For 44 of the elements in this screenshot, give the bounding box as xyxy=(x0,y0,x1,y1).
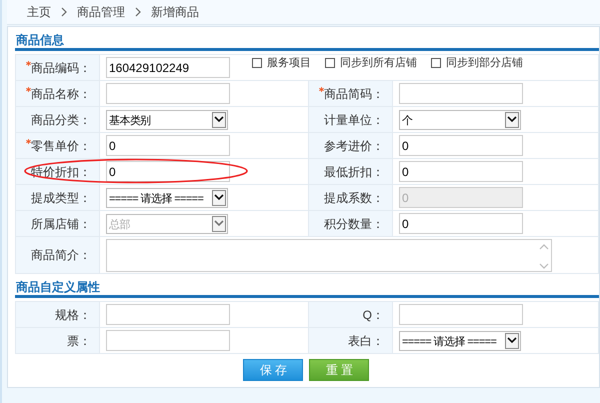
scrollbar-arrows-icon xyxy=(538,242,549,270)
breadcrumb-link[interactable]: 新增商品 xyxy=(150,3,199,21)
field-label: 零售单价： xyxy=(30,138,91,152)
field-label: 商品编码： xyxy=(30,60,91,74)
field-label: 参考进价： xyxy=(324,138,384,152)
field-label: Q： xyxy=(362,308,384,322)
input-field[interactable]: 0 xyxy=(398,213,523,234)
field-label: 商品名称： xyxy=(30,86,91,100)
input-field[interactable]: 0 xyxy=(106,161,230,182)
chevron-icon xyxy=(134,7,141,17)
dropdown[interactable]: 基本类别 xyxy=(106,110,228,130)
field-label: 表白： xyxy=(348,334,384,348)
input-field[interactable] xyxy=(106,330,230,351)
dropdown[interactable]: ===== 请选择 ===== xyxy=(398,330,521,350)
breadcrumb-link[interactable]: 主页 xyxy=(26,3,51,21)
dropdown[interactable]: ===== 请选择 ===== xyxy=(106,188,228,208)
field-label: 计量单位： xyxy=(324,112,384,126)
field-label: 票： xyxy=(66,334,91,348)
dropdown[interactable]: 个 xyxy=(398,110,521,130)
text-area[interactable] xyxy=(106,238,552,272)
input-field[interactable]: 160429102249 xyxy=(106,57,230,78)
checkbox[interactable]: 同步到部分店铺 xyxy=(430,55,523,72)
field-label: 最低折扣： xyxy=(324,164,384,178)
input-field[interactable]: 0 xyxy=(398,161,523,182)
input-field[interactable] xyxy=(398,83,523,104)
section-title: 商品信息 xyxy=(14,32,64,48)
field-label: 提成系数： xyxy=(324,190,384,204)
field-label: 商品分类： xyxy=(30,112,91,126)
checkbox[interactable]: 同步到所有店铺 xyxy=(324,55,417,72)
input-field[interactable]: 0 xyxy=(106,135,230,156)
section-title: 商品自定义属性 xyxy=(14,279,100,295)
field-label: 规格： xyxy=(54,308,91,322)
checkbox[interactable]: 服务项目 xyxy=(252,55,311,72)
input-field[interactable]: 0 xyxy=(398,135,523,156)
chevron-icon xyxy=(60,7,67,17)
input-field[interactable] xyxy=(398,304,523,325)
field-label: 商品简码： xyxy=(324,86,384,100)
input-field[interactable] xyxy=(106,83,230,104)
field-label: 商品简介： xyxy=(30,248,91,262)
input-field[interactable] xyxy=(106,304,230,325)
field-label: 积分数量： xyxy=(324,216,384,230)
field-label: 所属店铺： xyxy=(30,216,91,230)
field-label: 提成类型： xyxy=(30,190,91,204)
breadcrumb-link[interactable]: 商品管理 xyxy=(76,3,125,21)
